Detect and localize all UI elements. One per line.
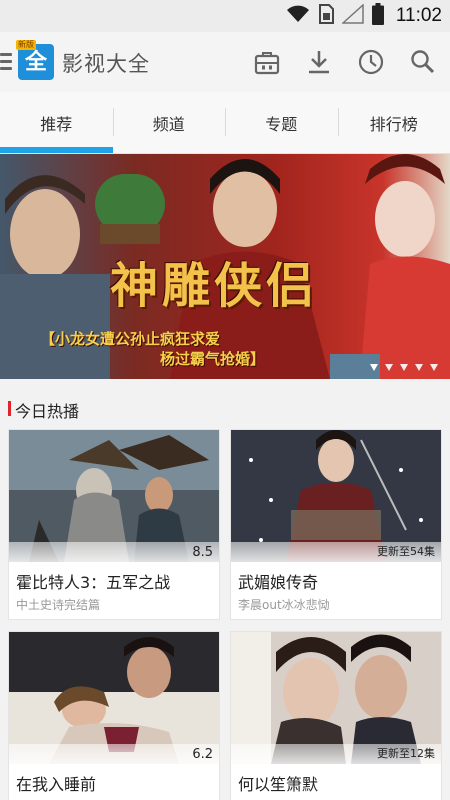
rating-badge: 6.2 xyxy=(192,747,213,762)
tab-bar: 推荐 频道 专题 排行榜 xyxy=(0,92,450,154)
search-icon[interactable] xyxy=(407,46,439,78)
app-logo[interactable]: 新版 全 xyxy=(16,40,54,80)
video-thumbnail: 8.5 xyxy=(9,430,219,562)
episode-badge: 更新至54集 xyxy=(377,545,435,558)
status-icons: 11:02 xyxy=(286,3,442,29)
status-bar: 11:02 xyxy=(0,0,450,32)
banner-caption: 【小龙女遭公孙止疯狂求爱 杨过霸气抢婚】 xyxy=(40,329,380,369)
video-thumbnail: 更新至54集 xyxy=(231,430,441,562)
thumb-overlay xyxy=(9,744,219,764)
tab-rankings[interactable]: 排行榜 xyxy=(337,92,450,153)
video-thumbnail: 6.2 xyxy=(9,632,219,764)
store-icon[interactable] xyxy=(251,46,283,78)
app-title: 影视大全 xyxy=(62,52,150,76)
carousel-dot[interactable] xyxy=(430,364,438,371)
video-thumbnail: 更新至12集 xyxy=(231,632,441,764)
wifi-icon xyxy=(286,5,310,27)
video-card[interactable]: 6.2 在我入睡前 xyxy=(8,631,220,800)
battery-icon xyxy=(371,3,384,29)
banner-carousel[interactable]: 神雕侠侣 【小龙女遭公孙止疯狂求爱 杨过霸气抢婚】 xyxy=(0,154,450,379)
tab-channels[interactable]: 频道 xyxy=(112,92,226,153)
history-clock-icon[interactable] xyxy=(355,46,387,78)
video-card[interactable]: 更新至12集 何以笙箫默 xyxy=(230,631,442,800)
video-card[interactable]: 8.5 霍比特人3：五军之战 中土史诗完结篇 xyxy=(8,429,220,620)
signal-icon xyxy=(340,3,364,28)
video-title: 在我入睡前 xyxy=(16,775,97,794)
menu-icon[interactable] xyxy=(0,53,12,71)
video-title: 何以笙箫默 xyxy=(238,775,319,794)
thumb-overlay xyxy=(9,542,219,562)
banner-caption-line2: 杨过霸气抢婚】 xyxy=(160,350,266,368)
video-subtitle: 中土史诗完结篇 xyxy=(16,598,101,612)
carousel-indicator xyxy=(370,364,438,371)
video-title: 武媚娘传奇 xyxy=(238,573,319,592)
carousel-dot[interactable] xyxy=(385,364,393,371)
carousel-dot[interactable] xyxy=(415,364,423,371)
logo-tag: 新版 xyxy=(16,40,36,50)
tab-label: 排行榜 xyxy=(369,114,418,134)
tab-label: 专题 xyxy=(265,114,298,134)
rating-badge: 8.5 xyxy=(192,545,213,560)
carousel-dot[interactable] xyxy=(370,364,378,371)
status-time: 11:02 xyxy=(395,5,442,26)
sim-icon xyxy=(318,4,334,28)
logo-text: 全 xyxy=(24,50,47,75)
banner-caption-line1: 【小龙女遭公孙止疯狂求爱 xyxy=(40,330,221,348)
tab-recommend[interactable]: 推荐 xyxy=(0,92,113,153)
section-header: 今日热播 xyxy=(0,392,450,424)
video-subtitle: 李晨out冰冰悲恸 xyxy=(238,598,330,612)
tab-label: 推荐 xyxy=(40,114,73,134)
episode-badge: 更新至12集 xyxy=(377,747,435,760)
app-bar: 新版 全 影视大全 xyxy=(0,32,450,92)
video-title: 霍比特人3：五军之战 xyxy=(16,573,171,592)
carousel-dot[interactable] xyxy=(400,364,408,371)
banner-title: 神雕侠侣 xyxy=(110,258,319,314)
section-title: 今日热播 xyxy=(15,402,80,421)
tab-label: 频道 xyxy=(152,114,185,134)
download-icon[interactable] xyxy=(303,46,335,78)
video-card[interactable]: 更新至54集 武媚娘传奇 李晨out冰冰悲恸 xyxy=(230,429,442,620)
section-marker xyxy=(8,401,11,416)
tab-topics[interactable]: 专题 xyxy=(225,92,338,153)
